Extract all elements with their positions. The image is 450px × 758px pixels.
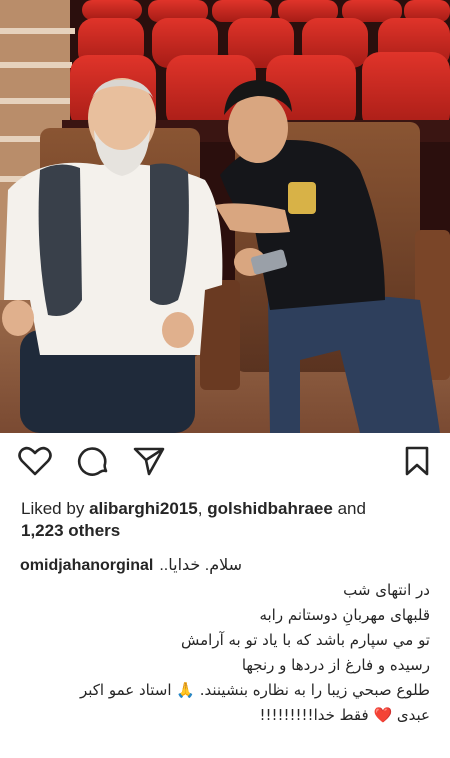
photo-illustration [0,0,450,433]
bookmark-icon [405,446,429,476]
caption-line-7b-text: فقط خدا!!!!!!!!! [259,706,369,724]
liker-username-2[interactable]: golshidbahraee [207,499,333,518]
caption-line-2: در انتهای شب [343,581,430,599]
caption-line-1: ..سلام. خدايا [159,557,243,574]
save-button[interactable] [400,444,434,478]
heart-emoji: ❤️ [373,706,393,724]
likes-prefix: Liked by [21,499,85,518]
likes-count-others[interactable]: 1,223 others [21,521,120,540]
post-photo[interactable] [0,0,450,433]
caption-line-7: عبدی ❤️ فقط خدا!!!!!!!!! [20,703,430,728]
caption-line-7a-text: عبدی [396,706,430,724]
caption-line-5: رسيده و فارغ از دردها و رنجها [241,656,430,674]
heart-outline-icon [18,446,52,476]
caption-line-3: قلبهای مهربانِ دوستانم رابه [259,606,430,624]
post-caption: omidjahanorginal ..سلام. خدايا در انتهای… [20,553,430,728]
share-button[interactable] [132,444,166,478]
likes-and: and [337,499,366,518]
like-button[interactable] [18,444,52,478]
caption-line-6-text: طلوع صبحي زيبا را به نظاره بنشينند. [199,681,430,699]
caption-username[interactable]: omidjahanorginal [20,553,153,578]
caption-line-6: طلوع صبحي زيبا را به نظاره بنشينند. 🙏 اس… [20,678,430,703]
pray-emoji: 🙏 [176,681,195,699]
caption-first-line: omidjahanorginal ..سلام. خدايا [20,553,430,578]
caption-line-6b-text: استاد عمو اکبر [79,681,172,699]
post-action-bar [0,444,450,484]
likes-summary: Liked by alibarghi2015, golshidbahraee a… [21,498,441,542]
comment-button[interactable] [76,444,110,478]
caption-line-4: تو مي سپارم باشد که با ياد تو به آرامش [181,631,430,649]
paper-plane-icon [133,447,165,476]
comment-bubble-icon [77,447,108,476]
liker-username-1[interactable]: alibarghi2015 [89,499,198,518]
likes-separator: , [197,499,203,518]
